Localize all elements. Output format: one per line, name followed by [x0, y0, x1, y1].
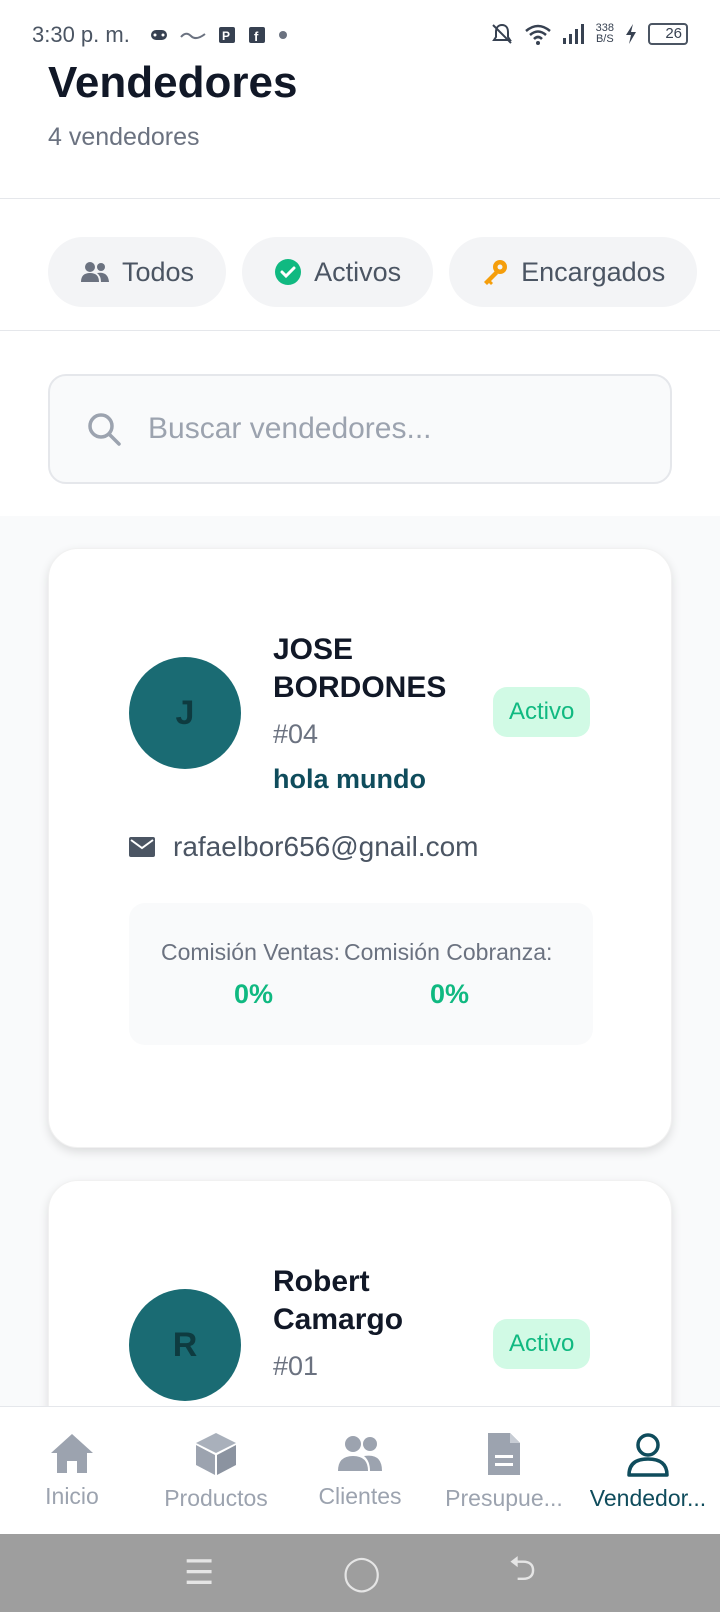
seller-note: hola mundo	[273, 764, 426, 794]
search-input[interactable]	[148, 412, 628, 446]
commission-box: Comisión Ventas: 0% Comisión Cobranza: 0…	[129, 903, 593, 1045]
seller-count: 4 vendedores	[48, 123, 200, 151]
net-speed: 338 B/S	[596, 23, 614, 45]
seller-card[interactable]: R Robert Camargo #01 Activo	[48, 1180, 672, 1406]
nav-label: Clientes	[318, 1483, 402, 1509]
system-nav-bar: ☰ ◯ ⮌	[0, 1534, 720, 1612]
back-button[interactable]: ⮌	[509, 1545, 536, 1602]
filter-encargados-label: Encargados	[521, 256, 666, 287]
seller-name: Robert Camargo	[273, 1265, 404, 1336]
document-icon	[488, 1433, 520, 1475]
dot-icon	[279, 31, 287, 39]
box-icon	[196, 1433, 236, 1475]
recent-apps-button[interactable]: ☰	[184, 1553, 214, 1593]
net-speed-unit: B/S	[595, 33, 614, 45]
home-icon	[51, 1434, 93, 1473]
nav-vendedores[interactable]: Vendedor...	[576, 1407, 720, 1534]
bottom-nav: Inicio Productos Clientes Presupue... Ve…	[0, 1406, 720, 1534]
commission-sales-value: 0%	[234, 979, 274, 1009]
parking-app-icon: P	[219, 27, 235, 43]
nav-clientes[interactable]: Clientes	[288, 1407, 432, 1534]
nav-presupuestos[interactable]: Presupue...	[432, 1407, 576, 1534]
seller-card[interactable]: J JOSE BORDONES #04 hola mundo Activo ra…	[48, 548, 672, 1148]
key-icon	[484, 260, 508, 285]
seller-code: #01	[273, 1351, 319, 1381]
filter-todos-chip[interactable]: Todos	[48, 237, 227, 307]
users-icon	[81, 262, 109, 282]
filter-todos-label: Todos	[122, 256, 195, 287]
nav-label: Inicio	[45, 1483, 99, 1509]
status-badge: Activo	[493, 1319, 591, 1369]
bell-off-icon	[491, 23, 512, 44]
svg-text:P: P	[222, 29, 230, 43]
seller-list: J JOSE BORDONES #04 hola mundo Activo ra…	[0, 516, 720, 1406]
seller-code: #04	[273, 719, 319, 749]
nav-productos[interactable]: Productos	[144, 1407, 288, 1534]
wifi-icon	[524, 24, 551, 45]
filter-encargados-chip[interactable]: Encargados	[449, 237, 698, 307]
page-title: Vendedores	[48, 58, 298, 107]
commission-collection-value: 0%	[430, 979, 470, 1009]
email-row: rafaelbor656@gnail.com	[129, 831, 478, 863]
status-badge: Activo	[493, 687, 591, 737]
commission-collection-label: Comisión Cobranza:	[344, 939, 553, 965]
seller-email: rafaelbor656@gnail.com	[173, 831, 479, 862]
search-icon	[88, 413, 121, 446]
charging-icon	[626, 24, 636, 44]
notification-icons: P f	[150, 26, 288, 44]
nav-inicio[interactable]: Inicio	[0, 1407, 144, 1534]
signal-icon	[562, 24, 584, 44]
seller-name: JOSE BORDONES	[273, 633, 447, 704]
brand-logo-icon	[180, 32, 206, 40]
check-circle-icon	[275, 259, 302, 285]
status-right: 338 B/S 26	[490, 22, 688, 46]
mail-icon	[129, 837, 155, 857]
nav-label: Vendedor...	[589, 1485, 707, 1511]
status-time: 3:30 p. m.	[32, 22, 130, 47]
divider	[0, 330, 720, 331]
gamepad-icon	[151, 30, 167, 40]
filter-chips: Todos Activos Encargados	[48, 237, 698, 307]
avatar: J	[129, 657, 241, 769]
facebook-icon: f	[249, 27, 265, 44]
nav-label: Presupue...	[445, 1485, 563, 1511]
home-button[interactable]: ◯	[343, 1553, 381, 1593]
filter-activos-chip[interactable]: Activos	[242, 237, 434, 307]
svg-text:f: f	[254, 29, 259, 44]
clients-icon	[338, 1436, 382, 1471]
divider	[0, 198, 720, 199]
search-box	[48, 374, 672, 484]
battery-indicator: 26	[648, 23, 688, 45]
avatar: R	[129, 1289, 241, 1401]
user-icon	[627, 1433, 669, 1477]
commission-sales-label: Comisión Ventas:	[161, 939, 340, 965]
nav-label: Productos	[164, 1485, 268, 1511]
filter-activos-label: Activos	[314, 256, 402, 287]
